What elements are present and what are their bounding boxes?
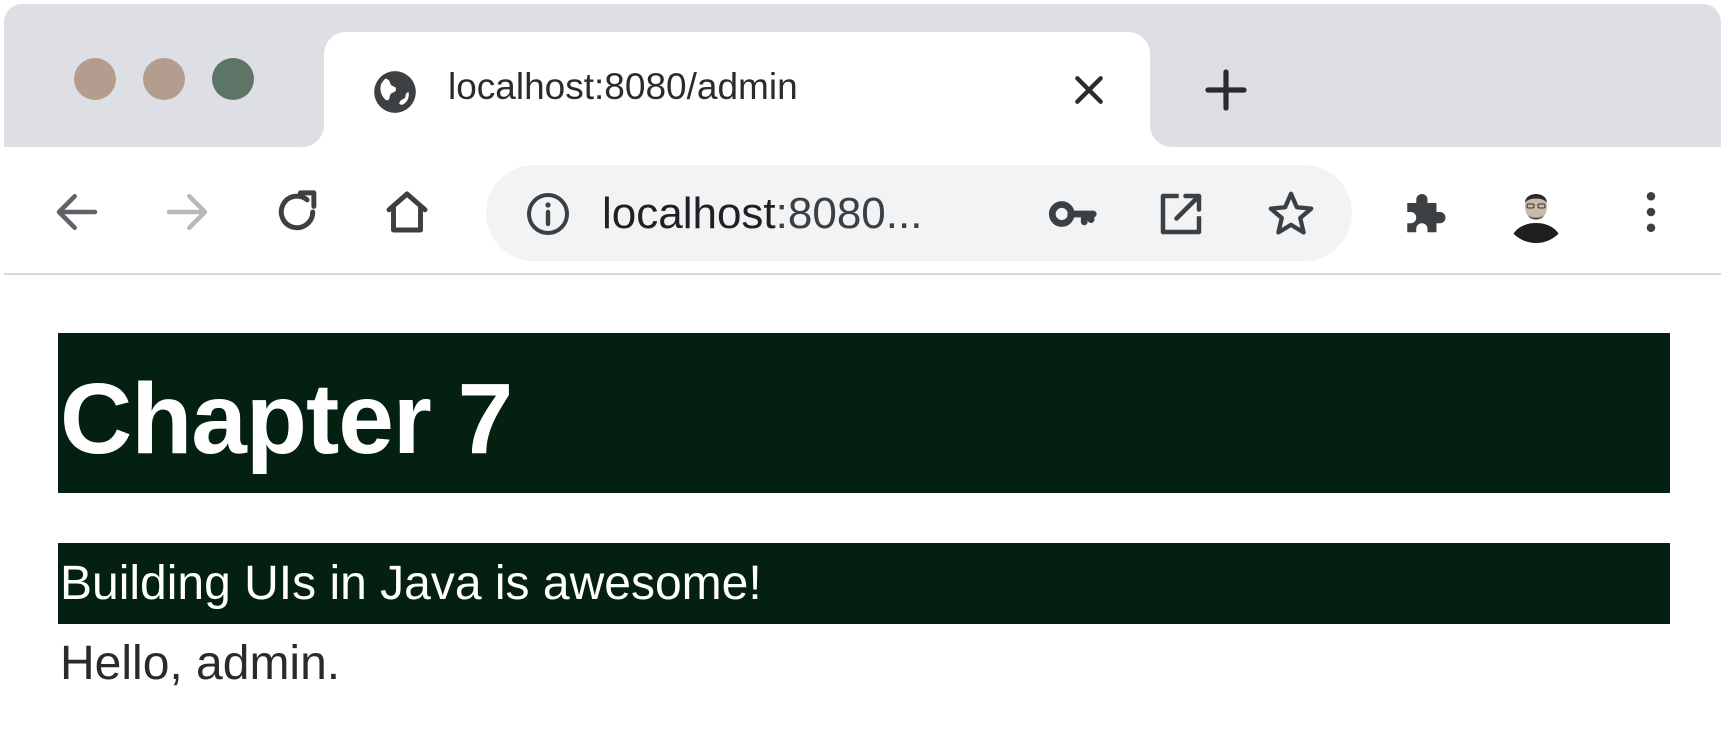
open-in-new-icon[interactable] bbox=[1154, 187, 1208, 241]
back-arrow-icon[interactable] bbox=[50, 185, 104, 239]
puzzle-icon[interactable] bbox=[1396, 185, 1450, 239]
url-host: localhost bbox=[602, 189, 776, 238]
heading-banner: Chapter 7 bbox=[58, 333, 1670, 493]
forward-arrow-icon[interactable] bbox=[160, 185, 214, 239]
page-subtitle: Building UIs in Java is awesome! bbox=[60, 557, 762, 610]
url-rest: :8080... bbox=[775, 189, 923, 238]
more-vert-icon[interactable] bbox=[1624, 185, 1678, 239]
info-icon[interactable] bbox=[524, 190, 572, 238]
subheading-banner: Building UIs in Java is awesome! bbox=[58, 543, 1670, 624]
browser-window: localhost:8080/admin localhost:8080... C… bbox=[4, 4, 1721, 733]
globe-icon bbox=[374, 71, 416, 113]
close-icon[interactable] bbox=[1069, 70, 1109, 110]
tab-active[interactable]: localhost:8080/admin bbox=[324, 32, 1150, 147]
address-bar-url[interactable]: localhost:8080... bbox=[602, 189, 922, 239]
profile-photo-icon bbox=[1504, 179, 1568, 243]
plus-icon[interactable] bbox=[1202, 66, 1250, 114]
reload-icon[interactable] bbox=[270, 185, 324, 239]
window-minimize-button[interactable] bbox=[143, 58, 185, 100]
avatar[interactable] bbox=[1504, 179, 1568, 243]
key-icon[interactable] bbox=[1046, 187, 1100, 241]
browser-toolbar: localhost:8080... bbox=[4, 147, 1721, 275]
page-content: Chapter 7 Building UIs in Java is awesom… bbox=[4, 275, 1721, 733]
address-bar[interactable]: localhost:8080... bbox=[486, 165, 1352, 261]
window-maximize-button[interactable] bbox=[212, 58, 254, 100]
tab-strip: localhost:8080/admin bbox=[4, 4, 1721, 147]
home-icon[interactable] bbox=[380, 185, 434, 239]
window-close-button[interactable] bbox=[74, 58, 116, 100]
tab-title: localhost:8080/admin bbox=[448, 66, 798, 107]
page-title: Chapter 7 bbox=[60, 363, 513, 475]
greeting-text: Hello, admin. bbox=[60, 637, 341, 690]
star-icon[interactable] bbox=[1264, 187, 1318, 241]
